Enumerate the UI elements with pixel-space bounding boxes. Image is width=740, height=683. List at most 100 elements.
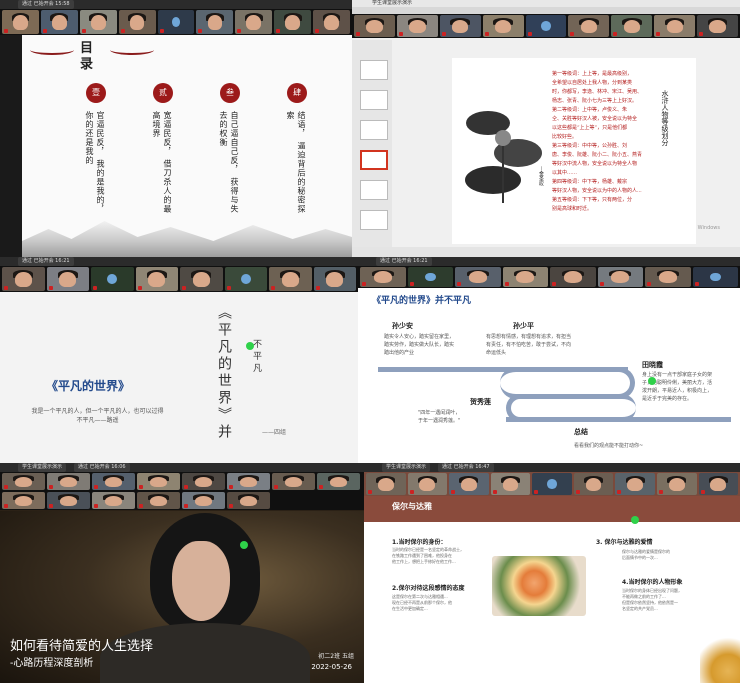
character-name: 贺秀莲 — [470, 398, 491, 406]
meeting-title-bar: 通过 已始开会 16:21 — [0, 257, 358, 266]
participant-video[interactable] — [313, 10, 351, 34]
pointer-cursor — [648, 377, 656, 385]
participant-video[interactable] — [46, 267, 89, 291]
class-group-info: 初二2班 五组 — [318, 653, 354, 660]
participant-grid — [0, 472, 364, 510]
participant-avatar[interactable] — [525, 15, 567, 37]
participant-video[interactable] — [92, 492, 135, 509]
shared-screen-ppt: 学生课堂展示演示 第一等级词：上上等，是最高级别， 全希望以自居处上我人物，分到某… — [352, 0, 740, 257]
participant-video[interactable] — [118, 10, 156, 34]
participant-video[interactable] — [597, 267, 643, 287]
participant-video[interactable] — [654, 15, 696, 37]
participant-video[interactable] — [550, 267, 596, 287]
slide-canvas[interactable]: 第一等级词：上上等，是最高级别， 全希望以自居处上我人物，分到某类 时，你都写，李逸… — [452, 58, 696, 244]
portrait-face — [172, 541, 230, 621]
section-number: 壹 — [86, 83, 106, 103]
participant-video[interactable] — [490, 473, 531, 495]
slide-thumbnail[interactable] — [360, 120, 388, 140]
participant-video[interactable] — [272, 473, 315, 490]
flower-bouquet-image — [492, 556, 586, 616]
participant-video[interactable] — [274, 10, 312, 34]
participant-video[interactable] — [656, 473, 697, 495]
timeline-road — [506, 417, 731, 422]
participant-video[interactable] — [354, 15, 395, 37]
participant-video[interactable] — [137, 492, 180, 509]
character-desc: "四年一遇闰润叶， 于年一遇润秀莲。" — [418, 410, 461, 424]
slide-thumbnail-active[interactable] — [360, 150, 388, 170]
presentation-date: 2022-05-26 — [311, 663, 352, 671]
participant-video[interactable] — [227, 473, 270, 490]
slide-subtitle: -心路历程深度剖析 — [10, 658, 94, 669]
participant-video[interactable] — [697, 15, 739, 37]
participant-video[interactable] — [366, 473, 406, 495]
participant-strip — [352, 14, 740, 38]
slide-thumbnail[interactable] — [360, 60, 388, 80]
participant-video[interactable] — [482, 15, 524, 37]
participant-video[interactable] — [182, 492, 225, 509]
participant-video[interactable] — [137, 473, 180, 490]
pointer-cursor — [246, 342, 254, 350]
participant-avatar[interactable] — [224, 267, 267, 291]
participant-avatar[interactable] — [532, 473, 572, 495]
participant-video[interactable] — [180, 267, 223, 291]
ink-mountains — [22, 221, 352, 257]
grading-text: 第一等级词：上上等，是最高级别， 全希望以自居处上我人物，分到某类 时，你都写，李逸… — [552, 71, 643, 212]
participant-video[interactable] — [2, 473, 45, 490]
participant-video[interactable] — [317, 473, 360, 490]
participant-video[interactable] — [360, 267, 406, 287]
participant-video[interactable] — [313, 267, 356, 291]
participant-video[interactable] — [135, 267, 178, 291]
character-desc: 踏实令人安心，踏实留在家里， 踏实劳作，踏实做大队长，踏实 踏出他的产业 — [384, 334, 455, 356]
participant-video[interactable] — [92, 473, 135, 490]
participant-strip — [0, 9, 352, 35]
participant-video[interactable] — [396, 15, 438, 37]
participant-video[interactable] — [235, 10, 273, 34]
meeting-status: 通过 已始开会 16:47 — [438, 463, 494, 472]
participant-video[interactable] — [449, 473, 489, 495]
section-text: 这是保尔在第二次与达雅相遇... 现在已经不再是从前那个保尔，他 在生活中更加确定.… — [392, 594, 452, 611]
slide-thumbnail[interactable] — [360, 90, 388, 110]
toc-section-4: 肆 结语， 逼迫背后的秘密探索 — [273, 83, 323, 221]
toc-section-1: 壹 官逼民反， 我的是我的， 你的还是我的 — [72, 83, 122, 221]
participant-video[interactable] — [455, 267, 501, 287]
participant-video[interactable] — [568, 15, 610, 37]
section-text: 结语， 逼迫背后的秘密探索 — [286, 111, 306, 214]
decor-cloud-left — [30, 45, 74, 55]
participant-video[interactable] — [611, 15, 653, 37]
participant-video[interactable] — [645, 267, 691, 287]
slide-heading: 《平凡的世界》并不平凡 — [372, 296, 472, 306]
participant-video[interactable] — [615, 473, 655, 495]
toc-section-2: 贰 宽逼民反， 借刀杀人的最高境界 — [139, 83, 189, 221]
participant-video[interactable] — [47, 473, 90, 490]
participant-avatar[interactable] — [692, 267, 738, 287]
participant-video[interactable] — [269, 267, 312, 291]
participant-video[interactable] — [227, 492, 270, 509]
participant-avatar[interactable] — [407, 267, 453, 287]
slide-thumbnail-pane[interactable] — [352, 40, 392, 247]
participant-video[interactable] — [182, 473, 225, 490]
participant-video[interactable] — [2, 267, 45, 291]
participant-video[interactable] — [196, 10, 234, 34]
participant-video[interactable] — [47, 492, 90, 509]
slide-thumbnail[interactable] — [360, 210, 388, 230]
participant-avatar[interactable] — [91, 267, 134, 291]
participant-strip — [0, 266, 358, 292]
participant-video[interactable] — [79, 10, 117, 34]
participant-avatar[interactable] — [157, 10, 195, 34]
participant-video[interactable] — [407, 473, 448, 495]
toc-title-char: 录 — [80, 57, 94, 72]
shared-screen-book-title: 通过 已始开会 16:21 《平凡的世界》并 不平凡 《平凡的世界》 我是一个平… — [0, 257, 358, 463]
participant-video[interactable] — [2, 10, 39, 34]
meeting-status: 通过 已始开会 16:21 — [18, 257, 74, 266]
participant-video[interactable] — [698, 473, 739, 495]
participant-video[interactable] — [573, 473, 614, 495]
section-number: 肆 — [287, 83, 307, 103]
participant-video[interactable] — [40, 10, 78, 34]
participant-strip — [364, 472, 740, 496]
participant-video[interactable] — [502, 267, 548, 287]
slide-content: 目录 壹 官逼民反， 我的是我的， 你的还是我的 贰 宽逼民反， 借刀杀人的最高… — [22, 35, 352, 257]
slide-thumbnail[interactable] — [360, 180, 388, 200]
participant-video[interactable] — [2, 492, 45, 509]
section-text: 官逼民反， 我的是我的， 你的还是我的 — [85, 111, 105, 214]
participant-video[interactable] — [439, 15, 481, 37]
